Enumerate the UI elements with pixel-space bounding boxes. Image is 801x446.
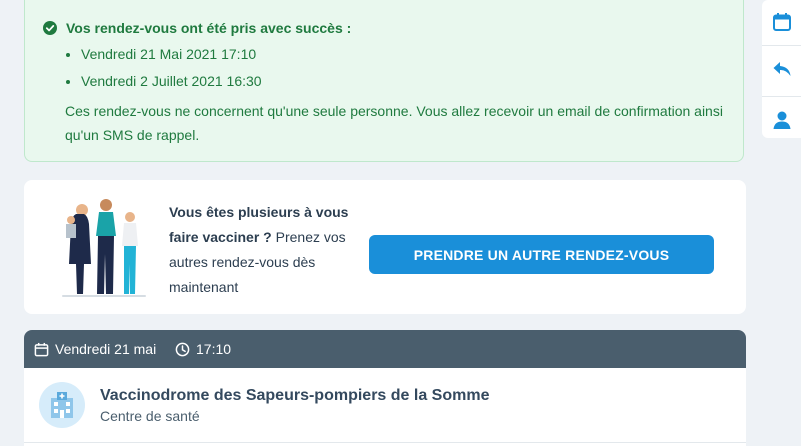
appointment-date: Vendredi 21 mai <box>34 330 156 368</box>
alert-title-row: Vos rendez-vous ont été pris avec succès… <box>43 20 351 36</box>
success-alert: Vos rendez-vous ont été pris avec succès… <box>24 0 744 162</box>
user-button[interactable] <box>762 98 801 141</box>
center-name[interactable]: Vaccinodrome des Sapeurs-pompiers de la … <box>100 387 489 405</box>
divider <box>762 96 801 97</box>
reply-button[interactable] <box>762 47 801 90</box>
invite-card: Vous êtes plusieurs à vous faire vaccine… <box>24 180 746 314</box>
calendar-icon <box>772 12 791 31</box>
side-toolbar <box>762 0 801 138</box>
appointment-list-item: Vendredi 2 Juillet 2021 16:30 <box>81 70 262 97</box>
check-circle-icon <box>43 21 57 35</box>
appointment-time-label: 17:10 <box>196 341 232 357</box>
clock-icon <box>175 342 190 356</box>
divider <box>24 442 746 443</box>
appointment-date-label: Vendredi 21 mai <box>55 341 157 357</box>
appointment-header: Vendredi 21 mai 17:10 <box>24 330 746 368</box>
alert-title: Vos rendez-vous ont été pris avec succès… <box>66 20 352 36</box>
alert-note: Ces rendez-vous ne concernent qu'une seu… <box>65 103 723 143</box>
family-illustration <box>62 199 146 297</box>
user-icon <box>773 111 790 129</box>
calendar-button[interactable] <box>762 0 801 43</box>
appointment-list-item: Vendredi 21 Mai 2021 17:10 <box>81 43 262 70</box>
appointment-time: 17:10 <box>175 330 231 368</box>
divider <box>762 45 801 46</box>
reply-icon <box>773 61 790 76</box>
invite-text: Vous êtes plusieurs à vous faire vaccine… <box>169 200 354 300</box>
health-center-icon <box>39 382 85 428</box>
book-another-appointment-button[interactable]: PRENDRE UN AUTRE RENDEZ-VOUS <box>369 235 714 274</box>
calendar-icon <box>34 342 49 356</box>
appointment-list: Vendredi 21 Mai 2021 17:10 Vendredi 2 Ju… <box>65 43 262 97</box>
appointment-details: Vaccinodrome des Sapeurs-pompiers de la … <box>24 368 746 446</box>
center-type: Centre de santé <box>100 408 200 424</box>
